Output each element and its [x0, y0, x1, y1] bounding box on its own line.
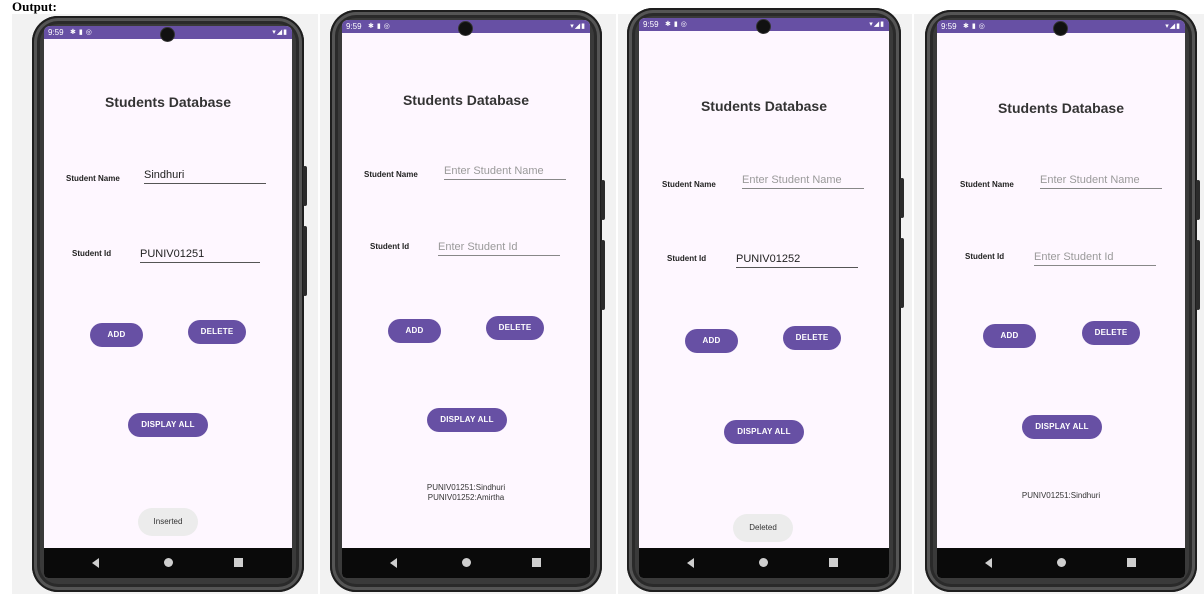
navigation-bar	[342, 548, 590, 578]
student-id-label: Student Id	[370, 242, 410, 251]
student-name-input[interactable]: Enter Student Name	[1040, 172, 1162, 189]
status-time: 9:59	[346, 22, 362, 31]
home-icon[interactable]	[759, 558, 768, 567]
settings-icon: ✱▮◎	[963, 23, 988, 30]
back-icon[interactable]	[687, 558, 694, 568]
toast-message: Inserted	[138, 508, 198, 536]
signal-battery-icon: ▾◢▮	[869, 21, 885, 28]
home-icon[interactable]	[462, 558, 471, 567]
student-name-input[interactable]: Enter Student Name	[444, 163, 566, 180]
recent-apps-icon[interactable]	[234, 558, 243, 567]
app-title: Students Database	[700, 98, 828, 114]
settings-icon: ✱▮◎	[665, 21, 690, 28]
settings-icon: ✱▮◎	[368, 23, 393, 30]
student-name-input[interactable]: Sindhuri	[144, 167, 266, 184]
phone-4: 9:59 ✱▮◎ ▾◢▮ Students Database Student N…	[925, 10, 1200, 592]
app-screen: 9:59 ✱▮◎ ▾◢▮ Students Database Student N…	[937, 20, 1185, 578]
result-item: PUNIV01251:Sindhuri	[426, 483, 506, 492]
student-name-label: Student Name	[960, 180, 1014, 189]
add-button[interactable]: ADD	[388, 319, 441, 343]
results-list: PUNIV01251:Sindhuri PUNIV01252:Amirtha	[342, 483, 590, 503]
status-time: 9:59	[48, 28, 64, 37]
phone-1: 9:59 ✱▮◎ ▾◢▮ Students Database Student N…	[32, 16, 307, 592]
recent-apps-icon[interactable]	[829, 558, 838, 567]
student-name-input[interactable]: Enter Student Name	[742, 172, 864, 189]
display-all-button[interactable]: DISPLAY ALL	[1022, 415, 1102, 439]
camera-cutout	[1054, 22, 1067, 35]
add-button[interactable]: ADD	[685, 329, 738, 353]
student-name-label: Student Name	[662, 180, 716, 189]
results-list: PUNIV01251:Sindhuri	[937, 491, 1185, 501]
navigation-bar	[639, 548, 889, 578]
student-id-input[interactable]: Enter Student Id	[1034, 249, 1156, 266]
delete-button[interactable]: DELETE	[1082, 321, 1140, 345]
output-caption: Output:	[12, 0, 114, 15]
status-time: 9:59	[941, 22, 957, 31]
back-icon[interactable]	[985, 558, 992, 568]
display-all-button[interactable]: DISPLAY ALL	[427, 408, 507, 432]
student-id-input[interactable]: Enter Student Id	[438, 239, 560, 256]
navigation-bar	[44, 548, 292, 578]
status-time: 9:59	[643, 20, 659, 29]
app-screen: 9:59 ✱▮◎ ▾◢▮ Students Database Student N…	[342, 20, 590, 578]
student-id-label: Student Id	[965, 252, 1005, 261]
app-title: Students Database	[402, 92, 530, 108]
toast-message: Deleted	[733, 514, 793, 542]
add-button[interactable]: ADD	[90, 323, 143, 347]
result-item: PUNIV01251:Sindhuri	[1021, 491, 1101, 500]
delete-button[interactable]: DELETE	[486, 316, 544, 340]
student-name-label: Student Name	[364, 170, 418, 179]
phone-2: 9:59 ✱▮◎ ▾◢▮ Students Database Student N…	[330, 10, 605, 592]
app-screen: 9:59 ✱▮◎ ▾◢▮ Students Database Student N…	[639, 18, 889, 578]
back-icon[interactable]	[390, 558, 397, 568]
delete-button[interactable]: DELETE	[188, 320, 246, 344]
app-title: Students Database	[104, 94, 232, 110]
home-icon[interactable]	[1057, 558, 1066, 567]
navigation-bar	[937, 548, 1185, 578]
home-icon[interactable]	[164, 558, 173, 567]
result-item: PUNIV01252:Amirtha	[427, 493, 505, 502]
student-id-input[interactable]: PUNIV01251	[140, 246, 260, 263]
student-id-input[interactable]: PUNIV01252	[736, 251, 858, 268]
app-title: Students Database	[997, 100, 1125, 116]
camera-cutout	[459, 22, 472, 35]
signal-battery-icon: ▾◢▮	[272, 29, 288, 36]
student-name-label: Student Name	[66, 174, 120, 183]
student-id-label: Student Id	[667, 254, 707, 263]
settings-icon: ✱▮◎	[70, 29, 95, 36]
recent-apps-icon[interactable]	[1127, 558, 1136, 567]
add-button[interactable]: ADD	[983, 324, 1036, 348]
student-id-label: Student Id	[72, 249, 112, 258]
phone-3: 9:59 ✱▮◎ ▾◢▮ Students Database Student N…	[627, 8, 904, 592]
camera-cutout	[161, 28, 174, 41]
signal-battery-icon: ▾◢▮	[1165, 23, 1181, 30]
display-all-button[interactable]: DISPLAY ALL	[724, 420, 804, 444]
signal-battery-icon: ▾◢▮	[570, 23, 586, 30]
display-all-button[interactable]: DISPLAY ALL	[128, 413, 208, 437]
recent-apps-icon[interactable]	[532, 558, 541, 567]
camera-cutout	[757, 20, 770, 33]
back-icon[interactable]	[92, 558, 99, 568]
delete-button[interactable]: DELETE	[783, 326, 841, 350]
app-screen: 9:59 ✱▮◎ ▾◢▮ Students Database Student N…	[44, 26, 292, 578]
